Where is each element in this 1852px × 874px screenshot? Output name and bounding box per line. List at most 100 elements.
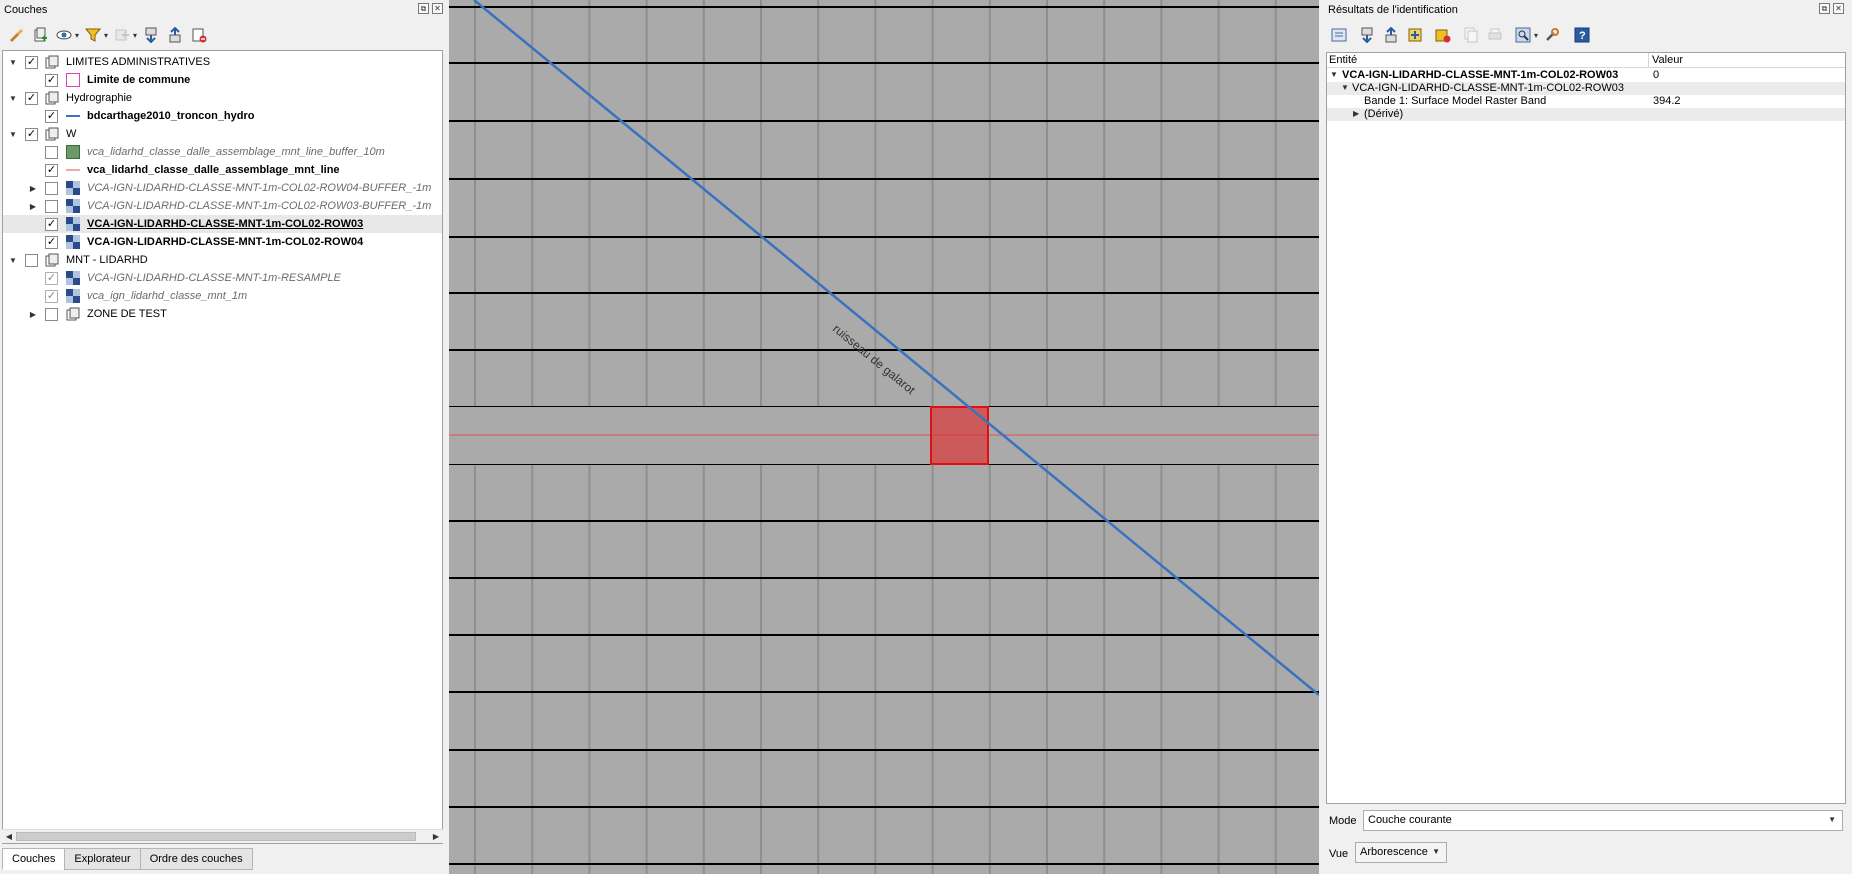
line-symbol-icon (66, 109, 80, 123)
layer-checkbox[interactable]: ✓ (45, 163, 58, 177)
layer-checkbox[interactable]: ✓ (45, 73, 58, 87)
layer-label: VCA-IGN-LIDARHD-CLASSE-MNT-1m-RESAMPLE (87, 272, 341, 284)
mode-label: Mode (1329, 815, 1357, 827)
tab-ordre-des-couches[interactable]: Ordre des couches (139, 848, 253, 870)
view-select[interactable]: Arborescence ▼ (1355, 842, 1447, 863)
raster-icon (66, 289, 80, 303)
layer-checkbox[interactable] (45, 199, 58, 213)
layer-checkbox[interactable] (45, 181, 58, 195)
layer-checkbox[interactable] (45, 145, 58, 159)
expand-tree-icon[interactable] (1329, 25, 1349, 45)
layer-row[interactable]: ✓ bdcarthage2010_troncon_hydro (3, 107, 442, 125)
chevron-right-icon[interactable]: ▶ (28, 201, 38, 211)
filter-icon[interactable] (83, 25, 103, 45)
layers-bottom-tabs: Couches Explorateur Ordre des couches (2, 848, 253, 870)
layer-row[interactable]: ✓ VCA-IGN-LIDARHD-CLASSE-MNT-1m-RESAMPLE (3, 269, 442, 287)
chevron-down-icon[interactable]: ▼ (1341, 83, 1349, 92)
help-icon[interactable]: ? (1572, 25, 1592, 45)
layer-label: Limite de commune (87, 74, 191, 86)
layer-checkbox[interactable]: ✓ (45, 109, 58, 123)
layer-checkbox[interactable]: ✓ (45, 271, 58, 285)
layer-checkbox[interactable]: ✓ (25, 55, 38, 69)
layer-row[interactable]: ▶ ZONE DE TEST (3, 305, 442, 323)
style-paint-icon[interactable] (6, 25, 26, 45)
layer-checkbox[interactable]: ✓ (25, 127, 38, 141)
layer-label: VCA-IGN-LIDARHD-CLASSE-MNT-1m-COL02-ROW0… (87, 236, 364, 248)
raster-icon (66, 181, 80, 195)
chevron-down-icon[interactable]: ▼ (8, 57, 18, 67)
result-row[interactable]: ▼ VCA-IGN-LIDARHD-CLASSE-MNT-1m-COL02-RO… (1327, 69, 1845, 82)
close-panel-button[interactable]: ✕ (432, 3, 443, 14)
collapse-all-icon[interactable] (1381, 25, 1401, 45)
layer-tree[interactable]: ▼ ✓ LIMITES ADMINISTRATIVES ✓ Limite de … (2, 50, 443, 844)
result-entity: (Dérivé) (1364, 108, 1404, 120)
layer-checkbox[interactable] (45, 307, 58, 321)
layer-row[interactable]: ▼ ✓ W (3, 125, 442, 143)
mode-select[interactable]: Couche courante ▼ (1363, 810, 1843, 831)
chevron-right-icon[interactable]: ▶ (28, 309, 38, 319)
layer-row[interactable]: ▼ ✓ LIMITES ADMINISTRATIVES (3, 53, 442, 71)
chevron-down-icon[interactable]: ▼ (8, 255, 18, 265)
chevron-down-icon[interactable]: ▾ (75, 31, 79, 40)
layer-row[interactable]: ▼ MNT - LIDARHD (3, 251, 442, 269)
tab-couches[interactable]: Couches (2, 848, 66, 870)
chevron-down-icon: ▼ (1828, 815, 1836, 824)
chevron-right-icon[interactable]: ▶ (28, 183, 38, 193)
chevron-right-icon[interactable]: ▶ (1353, 109, 1359, 118)
layer-checkbox[interactable] (25, 253, 38, 267)
layer-checkbox[interactable]: ✓ (45, 217, 58, 231)
add-group-icon[interactable] (30, 25, 50, 45)
map-rendering[interactable]: ruisseau de galarot (449, 0, 1319, 874)
polygon-fill-icon (66, 145, 80, 159)
scrollbar-thumb[interactable] (16, 832, 416, 841)
expand-new-icon[interactable] (1357, 25, 1377, 45)
svg-text:?: ? (1579, 30, 1586, 42)
chevron-down-icon[interactable]: ▼ (1330, 70, 1338, 79)
scroll-right-icon[interactable]: ▶ (430, 831, 442, 843)
layer-row[interactable]: ▶ VCA-IGN-LIDARHD-CLASSE-MNT-1m-COL02-RO… (3, 197, 442, 215)
group-icon (45, 253, 59, 267)
layer-row[interactable]: ✓ Limite de commune (3, 71, 442, 89)
result-row[interactable]: Bande 1: Surface Model Raster Band 394.2 (1327, 95, 1845, 108)
chevron-down-icon[interactable]: ▾ (1534, 31, 1538, 40)
expand-all-icon[interactable] (141, 25, 161, 45)
layer-checkbox[interactable]: ✓ (25, 91, 38, 105)
result-row[interactable]: ▼ VCA-IGN-LIDARHD-CLASSE-MNT-1m-COL02-RO… (1327, 82, 1845, 95)
tab-explorateur[interactable]: Explorateur (64, 848, 141, 870)
layer-row[interactable]: ▼ ✓ Hydrographie (3, 89, 442, 107)
layer-row[interactable]: ▶ VCA-IGN-LIDARHD-CLASSE-MNT-1m-COL02-RO… (3, 179, 442, 197)
map-canvas[interactable]: ruisseau de galarot (449, 0, 1319, 874)
copy-feature-icon (1461, 25, 1481, 45)
filter-legend-icon (112, 25, 132, 45)
layer-row-selected[interactable]: ✓ VCA-IGN-LIDARHD-CLASSE-MNT-1m-COL02-RO… (3, 215, 442, 233)
chevron-down-icon[interactable]: ▼ (8, 93, 18, 103)
layer-row[interactable]: vca_lidarhd_classe_dalle_assemblage_mnt_… (3, 143, 442, 161)
column-separator[interactable] (1648, 53, 1649, 68)
column-header-value[interactable]: Valeur (1652, 54, 1683, 66)
collapse-all-icon[interactable] (165, 25, 185, 45)
identify-mode-icon[interactable] (1513, 25, 1533, 45)
clear-results-icon[interactable] (1433, 25, 1453, 45)
layers-toolbar: ▾ ▾ ▾ (6, 25, 209, 45)
identify-results-tree[interactable]: Entité Valeur ▼ VCA-IGN-LIDARHD-CLASSE-M… (1326, 52, 1846, 804)
expand-all-icon[interactable] (1405, 25, 1425, 45)
column-header-entity[interactable]: Entité (1329, 54, 1357, 66)
layers-panel-title: Couches (4, 4, 48, 16)
layers-panel: Couches ⧉ ✕ ▾ ▾ ▾ ▼ ✓ LIMITES ADMINISTRA… (0, 0, 447, 874)
horizontal-scrollbar[interactable]: ◀ ▶ (2, 829, 443, 843)
settings-icon[interactable] (1542, 25, 1562, 45)
chevron-down-icon[interactable]: ▾ (104, 31, 108, 40)
layer-row[interactable]: ✓ VCA-IGN-LIDARHD-CLASSE-MNT-1m-COL02-RO… (3, 233, 442, 251)
layer-row[interactable]: ✓ vca_ign_lidarhd_classe_mnt_1m (3, 287, 442, 305)
chevron-down-icon[interactable]: ▼ (8, 129, 18, 139)
float-panel-button[interactable]: ⧉ (1819, 3, 1830, 14)
close-panel-button[interactable]: ✕ (1833, 3, 1844, 14)
visibility-eye-icon[interactable] (54, 25, 74, 45)
layer-row[interactable]: ✓ vca_lidarhd_classe_dalle_assemblage_mn… (3, 161, 442, 179)
result-row[interactable]: ▶ (Dérivé) (1327, 108, 1845, 121)
float-panel-button[interactable]: ⧉ (418, 3, 429, 14)
layer-checkbox[interactable]: ✓ (45, 289, 58, 303)
scroll-left-icon[interactable]: ◀ (3, 831, 15, 843)
layer-checkbox[interactable]: ✓ (45, 235, 58, 249)
remove-layer-icon[interactable] (189, 25, 209, 45)
